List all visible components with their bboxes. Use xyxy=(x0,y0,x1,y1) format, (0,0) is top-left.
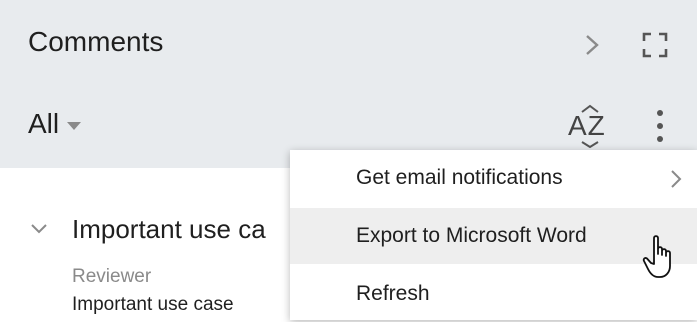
expand-panel-button[interactable] xyxy=(642,32,668,58)
sort-arrows-icon xyxy=(581,104,599,148)
filter-label: All xyxy=(28,108,60,139)
chevron-right-icon xyxy=(671,170,682,188)
comment-filter-dropdown[interactable]: All xyxy=(28,108,82,140)
more-vert-icon xyxy=(657,110,663,116)
chevron-down-icon xyxy=(31,224,47,234)
collapse-panel-button[interactable] xyxy=(578,28,606,62)
menu-item-export-word[interactable]: Export to Microsoft Word xyxy=(290,208,697,264)
menu-item-label: Get email notifications xyxy=(356,166,563,189)
comment-expand-toggle[interactable] xyxy=(30,222,48,240)
comment-thread-title[interactable]: Important use ca xyxy=(72,214,266,245)
more-options-menu: Get email notifications Export to Micros… xyxy=(290,150,697,320)
fullscreen-icon xyxy=(642,32,668,58)
menu-item-label: Refresh xyxy=(356,282,430,305)
more-options-button[interactable] xyxy=(648,104,672,148)
more-vert-dot xyxy=(657,123,663,129)
comment-author-role: Reviewer xyxy=(72,266,152,287)
menu-item-label: Export to Microsoft Word xyxy=(356,224,587,247)
panel-title: Comments xyxy=(28,26,164,57)
chevron-right-icon xyxy=(586,35,599,55)
menu-item-email-notifications[interactable]: Get email notifications xyxy=(290,150,697,206)
sort-button[interactable]: AZ xyxy=(568,104,614,148)
more-vert-dot xyxy=(657,136,663,142)
menu-item-refresh[interactable]: Refresh xyxy=(290,266,697,322)
chevron-down-icon xyxy=(67,122,82,130)
comment-body-text: Important use case xyxy=(72,294,234,315)
comments-panel-header: Comments All AZ xyxy=(0,0,697,168)
